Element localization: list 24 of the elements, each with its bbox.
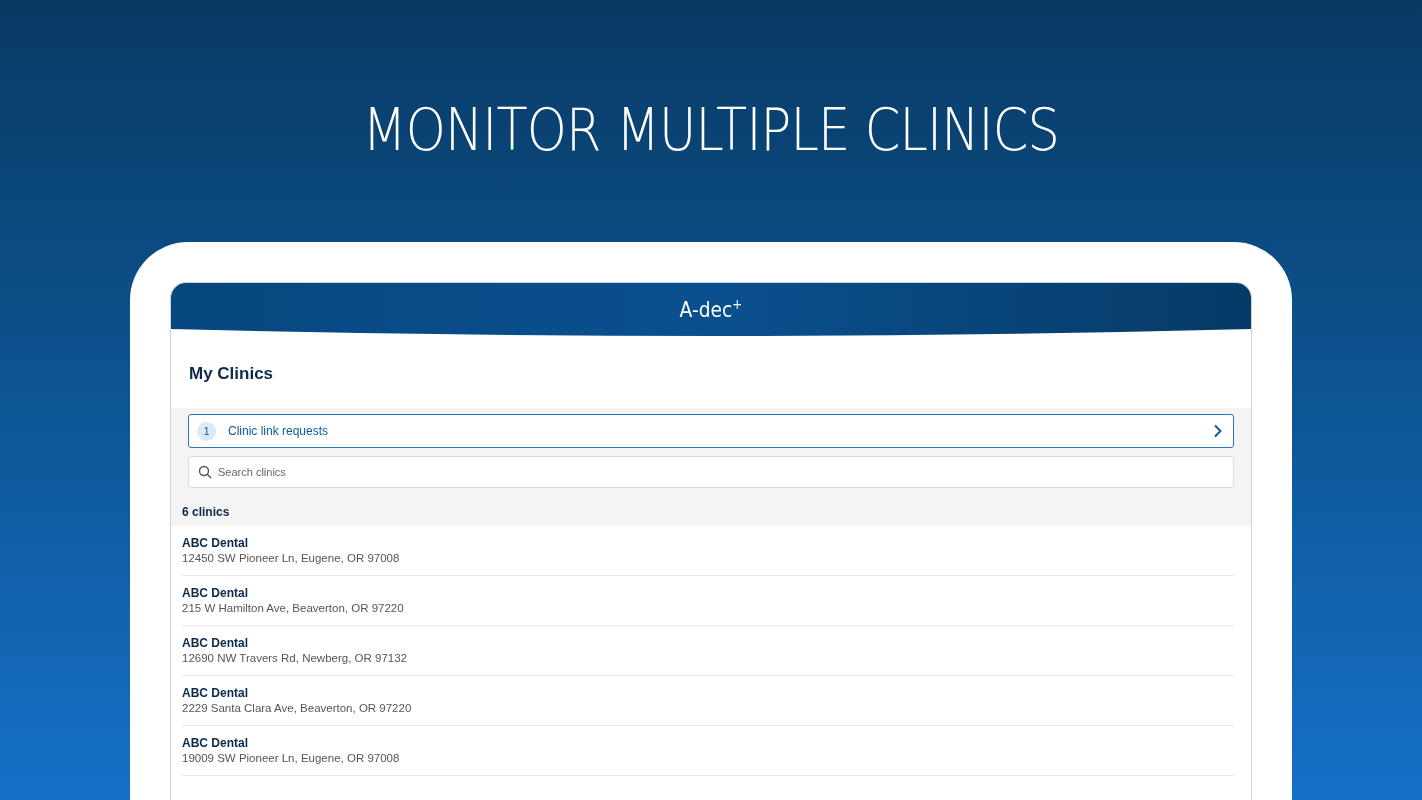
- page-title: My Clinics: [189, 363, 274, 384]
- clinic-address: 12450 SW Pioneer Ln, Eugene, OR 97008: [182, 552, 401, 564]
- count-badge: 1: [197, 421, 216, 441]
- link-requests-button[interactable]: 1 Clinic link requests: [188, 414, 1234, 448]
- clinic-count: 6 clinics: [182, 504, 231, 520]
- search-field[interactable]: Search clinics: [188, 456, 1234, 488]
- clinic-list-item[interactable]: ABC Dental 2229 Santa Clara Ave, Beaverton, OR 97220: [182, 676, 1234, 726]
- clinic-list-item[interactable]: ABC Dental 12690 NW Travers Rd, Newberg, OR 97132: [182, 626, 1234, 676]
- app-logo: A-dec$^{+}$: [679, 295, 743, 323]
- clinic-name: ABC Dental: [182, 636, 249, 650]
- headline: MONITOR MULTIPLE CLINICS: [362, 95, 1060, 166]
- clinic-list-item[interactable]: ABC Dental 19009 SW Pioneer Ln, Eugene, OR 97008: [182, 726, 1234, 776]
- clinic-address: 12690 NW Travers Rd, Newberg, OR 97132: [182, 652, 408, 664]
- clinic-list-item[interactable]: ABC Dental 215 W Hamilton Ave, Beaverton, OR 97220: [182, 576, 1234, 626]
- clinic-name: ABC Dental: [182, 736, 249, 750]
- clinic-name: ABC Dental: [182, 686, 249, 700]
- clinic-address: 19009 SW Pioneer Ln, Eugene, OR 97008: [182, 752, 401, 764]
- clinic-address: 2229 Santa Clara Ave, Beaverton, OR 97220: [182, 702, 413, 714]
- search-icon: [198, 465, 212, 479]
- clinic-address: 215 W Hamilton Ave, Beaverton, OR 97220: [182, 602, 405, 614]
- clinic-list-item[interactable]: ABC Dental 12450 SW Pioneer Ln, Eugene, OR 97008: [182, 526, 1234, 576]
- clinic-name: ABC Dental: [182, 586, 249, 600]
- clinic-name: ABC Dental: [182, 536, 249, 550]
- chevron-right-icon: [1213, 424, 1223, 438]
